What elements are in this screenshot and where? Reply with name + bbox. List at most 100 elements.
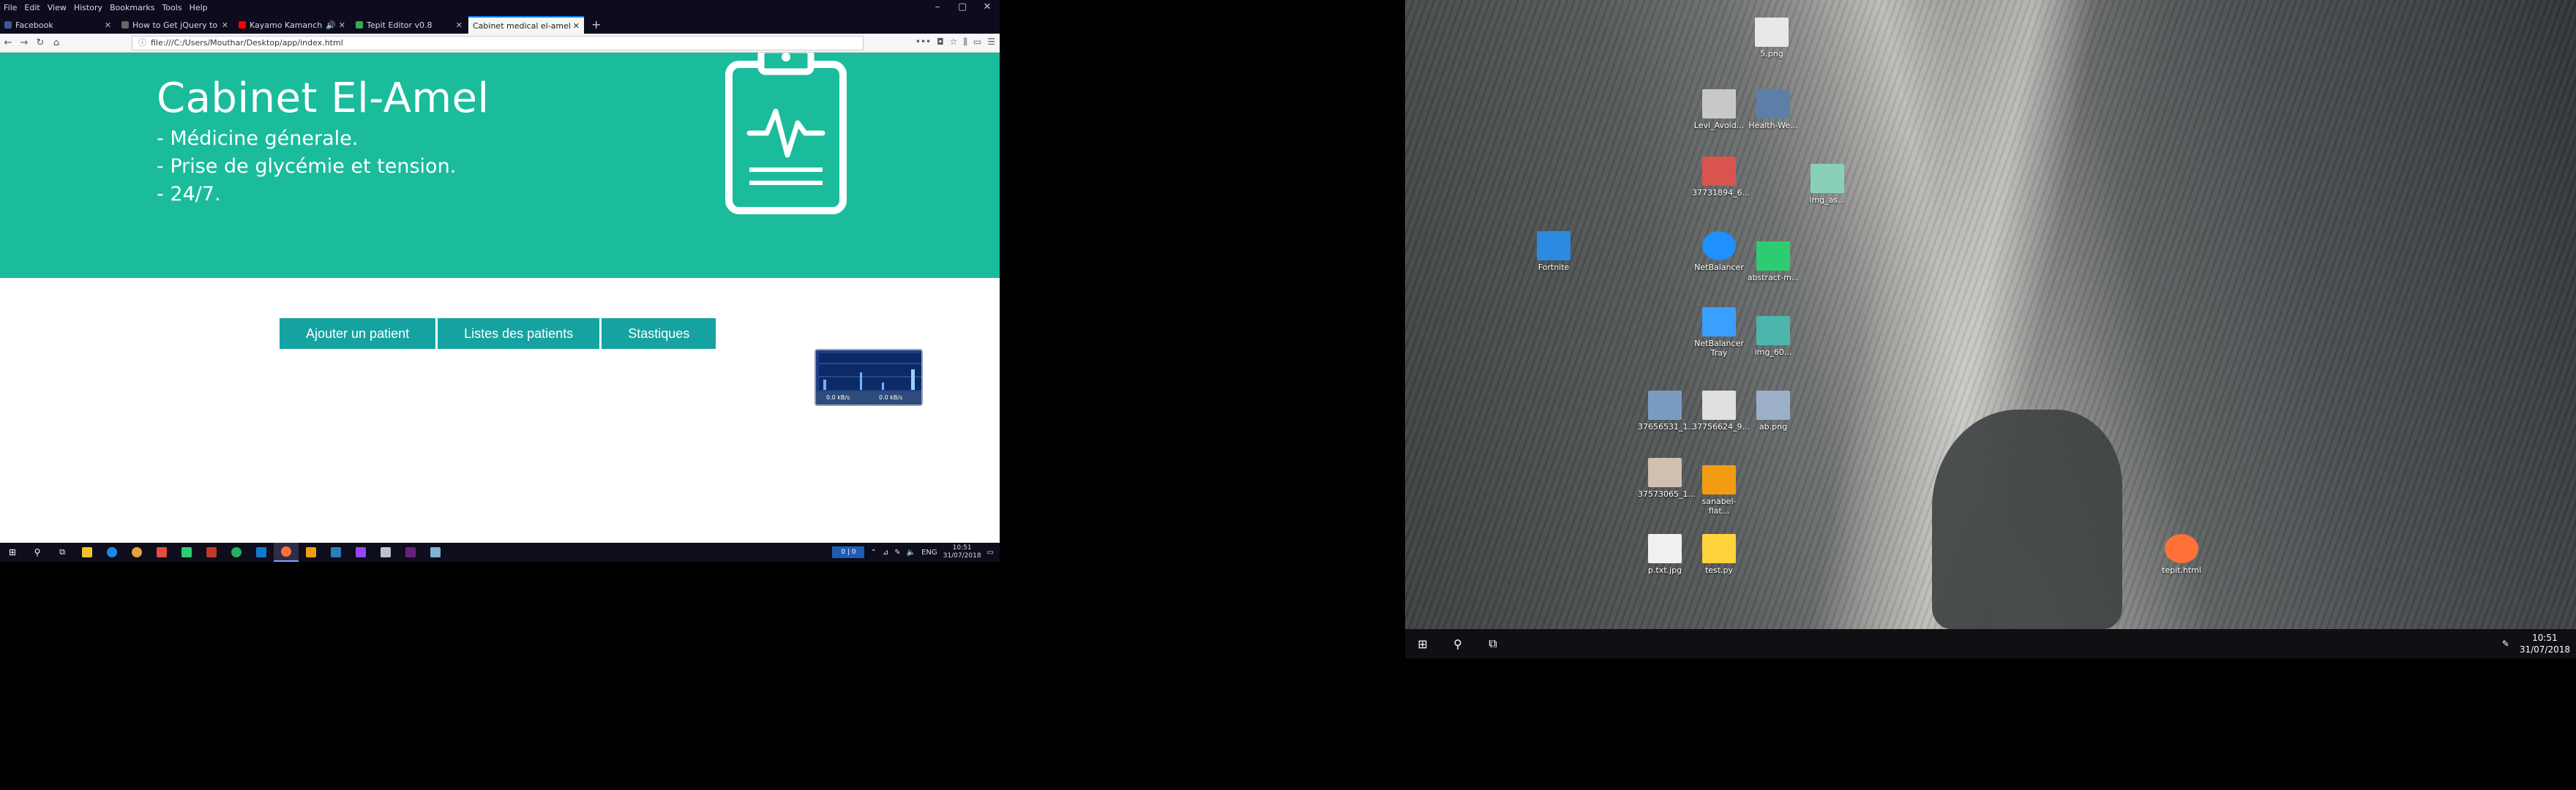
maximize-icon[interactable]: ▢ [950, 0, 975, 15]
chevron-up-icon[interactable]: ⌃ [870, 549, 876, 557]
speaker-icon[interactable]: 🔊 [326, 20, 336, 30]
image-file-icon [1756, 89, 1790, 118]
search-button[interactable]: ⚲ [1440, 629, 1475, 658]
desktop-icon-sanabel[interactable]: sanabel-flat... [1692, 465, 1746, 516]
desktop-icon-fortnite[interactable]: Fortnite [1527, 231, 1581, 272]
reload-icon[interactable]: ↻ [32, 37, 48, 48]
clock[interactable]: 10:51 31/07/2018 [943, 544, 981, 560]
twitch-icon [356, 547, 366, 557]
desktop-icon-test-py[interactable]: test.py [1692, 534, 1746, 575]
vscode-icon [256, 547, 266, 557]
volume-icon[interactable]: 🔈 [907, 549, 916, 557]
desktop-icon-img-60[interactable]: img_60... [1746, 316, 1800, 357]
desktop-icon-37756624[interactable]: 37756624_9... [1692, 391, 1750, 432]
menu-view[interactable]: View [44, 0, 70, 12]
start-button[interactable]: ⊞ [0, 543, 25, 562]
tab-jquery[interactable]: How to Get jQuery to Make Sliding ✕ [117, 16, 233, 34]
home-icon[interactable]: ⌂ [48, 37, 64, 48]
image-file-icon [1755, 18, 1789, 47]
desktop-icon-levi[interactable]: Levi_Avoid... [1692, 89, 1746, 130]
library-icon[interactable]: ⫼ [963, 37, 967, 48]
forward-icon[interactable]: → [16, 37, 32, 48]
search-button[interactable]: ⚲ [25, 543, 50, 562]
bookmark-star-icon[interactable]: ☆ [950, 37, 958, 48]
tab-facebook[interactable]: Facebook ✕ [0, 16, 116, 34]
start-button[interactable]: ⊞ [1405, 629, 1440, 658]
network-meter[interactable]: 0 | 0 [832, 546, 865, 558]
tab-cabinet[interactable]: Cabinet medical el-amel ✕ [468, 16, 584, 34]
more-icon[interactable]: ••• [916, 37, 931, 48]
menu-history[interactable]: History [70, 0, 106, 12]
taskbar-vs[interactable] [398, 543, 423, 562]
menu-bookmarks[interactable]: Bookmarks [106, 0, 158, 12]
task-view-button[interactable]: ⧉ [1475, 629, 1510, 658]
taskbar-xampp[interactable] [199, 543, 224, 562]
chrome-icon [132, 547, 142, 557]
info-icon[interactable]: ⓘ [138, 38, 146, 48]
tab-close-icon[interactable]: ✕ [105, 20, 111, 30]
taskbar-mail[interactable] [323, 543, 348, 562]
desktop-icon-netbalancer[interactable]: NetBalancer [1692, 231, 1746, 272]
clock[interactable]: 10:51 31/07/2018 [2520, 632, 2570, 655]
minimize-icon[interactable]: – [925, 0, 950, 15]
taskbar-firefox[interactable] [274, 543, 299, 562]
taskbar-notepad[interactable] [423, 543, 448, 562]
menu-edit[interactable]: Edit [20, 0, 43, 12]
notification-icon[interactable]: ▭ [987, 549, 994, 557]
tab-close-icon[interactable]: ✕ [573, 21, 580, 31]
desktop-icon-health[interactable]: Health-We... [1746, 89, 1800, 130]
desktop-icon-37573065[interactable]: 37573065_1... [1638, 458, 1696, 499]
add-patient-button[interactable]: Ajouter un patient [280, 318, 436, 349]
taskbar-chrome[interactable] [124, 543, 149, 562]
desktop-icon-abstract[interactable]: abstract-m... [1746, 241, 1800, 282]
desktop-icon-netbalancer-tray[interactable]: NetBalancer Tray [1692, 307, 1746, 358]
tab-youtube[interactable]: Kayamo Kamanchiren - Ta vie 🔊 ✕ [234, 16, 350, 34]
search-icon: ⚲ [1453, 636, 1462, 651]
pen-icon[interactable]: ✎ [2502, 639, 2509, 649]
taskbar-window[interactable] [373, 543, 398, 562]
menu-tools[interactable]: Tools [158, 0, 185, 12]
tab-tepit-editor[interactable]: Tepit Editor v0.8 ✕ [351, 16, 467, 34]
desktop-icon-tepit[interactable]: tepit.html [2154, 534, 2209, 575]
desktop-icon-5png[interactable]: 5.png [1745, 18, 1799, 59]
taskbar-vscode[interactable] [249, 543, 274, 562]
menu-help[interactable]: Help [186, 0, 211, 12]
pocket-icon[interactable]: ◘ [937, 37, 944, 48]
icon-label: Levi_Avoid... [1693, 121, 1745, 130]
hamburger-menu-icon[interactable]: ☰ [987, 37, 995, 48]
taskbar-edge[interactable] [100, 543, 124, 562]
desktop-icon-img-as[interactable]: img_as... [1800, 164, 1854, 205]
statistics-button[interactable]: Stastiques [602, 318, 716, 349]
nav-actions: ••• ◘ ☆ ⫼ ▭ ☰ [916, 37, 995, 48]
netbalancer-widget[interactable]: 0.0 kB/s 0.0 kB/s [815, 349, 923, 406]
desktop-icon-37731894[interactable]: 37731894_6... [1692, 157, 1750, 198]
url-bar[interactable]: ⓘ file:///C:/Users/Mouthar/Desktop/app/in… [132, 36, 864, 50]
icon-label: 37573065_1... [1638, 489, 1696, 499]
pen-icon[interactable]: ✎ [894, 549, 900, 557]
tab-close-icon[interactable]: ✕ [339, 20, 345, 30]
edge-icon [107, 547, 117, 557]
close-icon[interactable]: ✕ [975, 0, 1000, 15]
task-view-button[interactable]: ⧉ [50, 543, 75, 562]
taskbar-explorer[interactable] [75, 543, 100, 562]
new-tab-icon[interactable]: + [585, 15, 607, 34]
right-system-tray: ✎ 10:51 31/07/2018 [2502, 629, 2570, 658]
right-taskbar: ⊞ ⚲ ⧉ ✎ 10:51 31/07/2018 [1405, 629, 2576, 658]
taskbar-app[interactable] [174, 543, 199, 562]
back-icon[interactable]: ← [0, 37, 16, 48]
desktop-icon-37656531[interactable]: 37656531_1... [1638, 391, 1696, 432]
taskbar-greenapp[interactable] [224, 543, 249, 562]
desktop-icon-ab[interactable]: ab.png [1746, 391, 1800, 432]
taskbar-office[interactable] [149, 543, 174, 562]
taskbar-twitch[interactable] [348, 543, 373, 562]
sidebar-icon[interactable]: ▭ [973, 37, 981, 48]
icon-label: p.txt.jpg [1647, 565, 1682, 575]
network-icon[interactable]: ⊿ [883, 549, 888, 557]
patient-list-button[interactable]: Listes des patients [438, 318, 600, 349]
desktop-icon-ptxt[interactable]: p.txt.jpg [1638, 534, 1692, 575]
tab-close-icon[interactable]: ✕ [222, 20, 228, 30]
tab-close-icon[interactable]: ✕ [456, 20, 463, 30]
menu-file[interactable]: File [0, 0, 20, 12]
language-indicator[interactable]: ENG [921, 549, 937, 557]
taskbar-paint[interactable] [299, 543, 323, 562]
